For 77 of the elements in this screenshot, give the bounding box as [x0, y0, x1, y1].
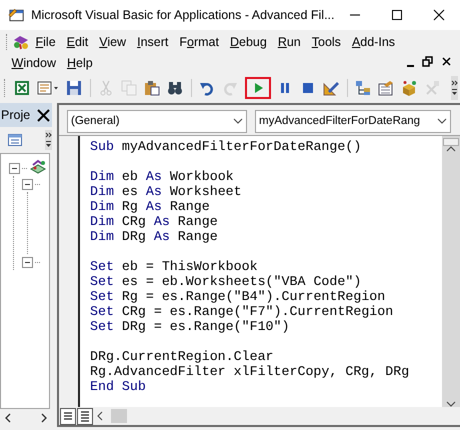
toolbar-options-button[interactable]	[45, 130, 52, 150]
code-line: Dim es As Worksheet	[90, 184, 243, 199]
menu-item[interactable]: Add-Ins	[346, 35, 401, 50]
scroll-left-button[interactable]	[4, 413, 12, 423]
restore-button[interactable]	[420, 54, 435, 69]
code-line: Set eb = ThisWorkbook	[90, 259, 259, 274]
app-icon	[8, 7, 26, 23]
scroll-thumb[interactable]	[111, 409, 127, 423]
ruler-pencil-icon	[323, 80, 339, 96]
window-title: Microsoft Visual Basic for Applications - Advanced Fil...	[31, 8, 334, 22]
chevron-left-icon	[4, 413, 12, 423]
close-icon	[433, 9, 446, 21]
code-line: Sub myAdvancedFilterForDateRange()	[90, 139, 362, 154]
code-line: DRg.CurrentRegion.Clear	[90, 349, 275, 364]
chevron-down-icon	[446, 401, 456, 407]
full-module-view-button[interactable]	[77, 408, 93, 424]
collapse-toggle[interactable]	[22, 256, 33, 268]
toolbar-options-button[interactable]	[451, 76, 458, 100]
properties-icon	[378, 80, 394, 96]
menu-item[interactable]: Help	[61, 56, 98, 70]
code-line: Set es = eb.Worksheets("VBA Code")	[90, 274, 362, 289]
code-editor[interactable]	[80, 136, 442, 407]
chevron-down-icon	[233, 118, 243, 124]
minimize-icon	[407, 64, 414, 67]
form-icon	[8, 134, 22, 146]
code-line: Rg.AdvancedFilter xlFilterCopy, CRg, DRg	[90, 364, 410, 379]
code-line: Dim CRg As Range	[90, 214, 219, 229]
menu-item[interactable]: Window	[6, 56, 62, 70]
procedure-view-button[interactable]	[60, 408, 76, 424]
chevron-down-icon	[437, 118, 447, 124]
code-line: Dim Rg As Range	[90, 199, 211, 214]
vba-icon	[12, 34, 30, 50]
form-icon	[37, 80, 59, 96]
scissors-icon	[98, 80, 114, 96]
menu-item[interactable]: Run	[272, 35, 306, 50]
vertical-scrollbar[interactable]	[442, 136, 460, 407]
code-line: Set Rg = es.Range("B4").CurrentRegion	[90, 289, 386, 304]
chevron-up-icon	[446, 146, 456, 152]
object-browser-icon	[401, 80, 417, 96]
tools-icon	[424, 80, 440, 96]
code-line: Dim DRg As Range	[90, 229, 219, 244]
code-line: Dim eb As Workbook	[90, 169, 235, 184]
undo-icon	[199, 80, 215, 96]
maximize-icon	[391, 9, 404, 21]
run-button[interactable]	[245, 77, 271, 99]
redo-icon	[222, 80, 238, 96]
object-dropdown[interactable]: (General)	[67, 110, 247, 132]
collapse-toggle[interactable]	[9, 162, 20, 174]
menu-item[interactable]: Insert	[132, 35, 174, 50]
menu-item[interactable]: Edit	[61, 35, 94, 50]
collapse-toggle[interactable]	[22, 178, 33, 190]
spreadsheet-icon	[14, 80, 30, 96]
menu-item[interactable]: Debug	[224, 35, 272, 50]
restore-icon	[422, 56, 433, 67]
project-tree-icon	[355, 80, 371, 96]
binoculars-icon	[167, 80, 183, 96]
split-handle[interactable]	[443, 138, 459, 146]
chevron-right-icon	[40, 413, 48, 423]
text-lines-icon	[79, 410, 91, 422]
view-object-button[interactable]	[8, 134, 22, 146]
text-lines-icon	[62, 410, 74, 422]
menu-item[interactable]: View	[94, 35, 132, 50]
menu-item[interactable]: Format	[174, 35, 224, 50]
clipboard-icon	[144, 80, 160, 96]
stop-icon	[300, 80, 316, 96]
menu-item[interactable]: File	[30, 35, 62, 50]
pane-title: Proje	[0, 108, 32, 122]
scroll-right-button[interactable]	[40, 413, 48, 423]
close-icon	[441, 56, 452, 67]
copy-icon	[121, 80, 137, 96]
chevron-left-icon	[97, 411, 103, 421]
code-line: Set CRg = es.Range("F7").CurrentRegion	[90, 304, 394, 319]
code-line: Set DRg = es.Range("F10")	[90, 319, 291, 334]
procedure-dropdown[interactable]: myAdvancedFilterForDateRang	[255, 110, 451, 132]
menu-item[interactable]: Tools	[306, 35, 346, 50]
code-line: End Sub	[90, 379, 147, 394]
close-icon	[37, 108, 50, 122]
